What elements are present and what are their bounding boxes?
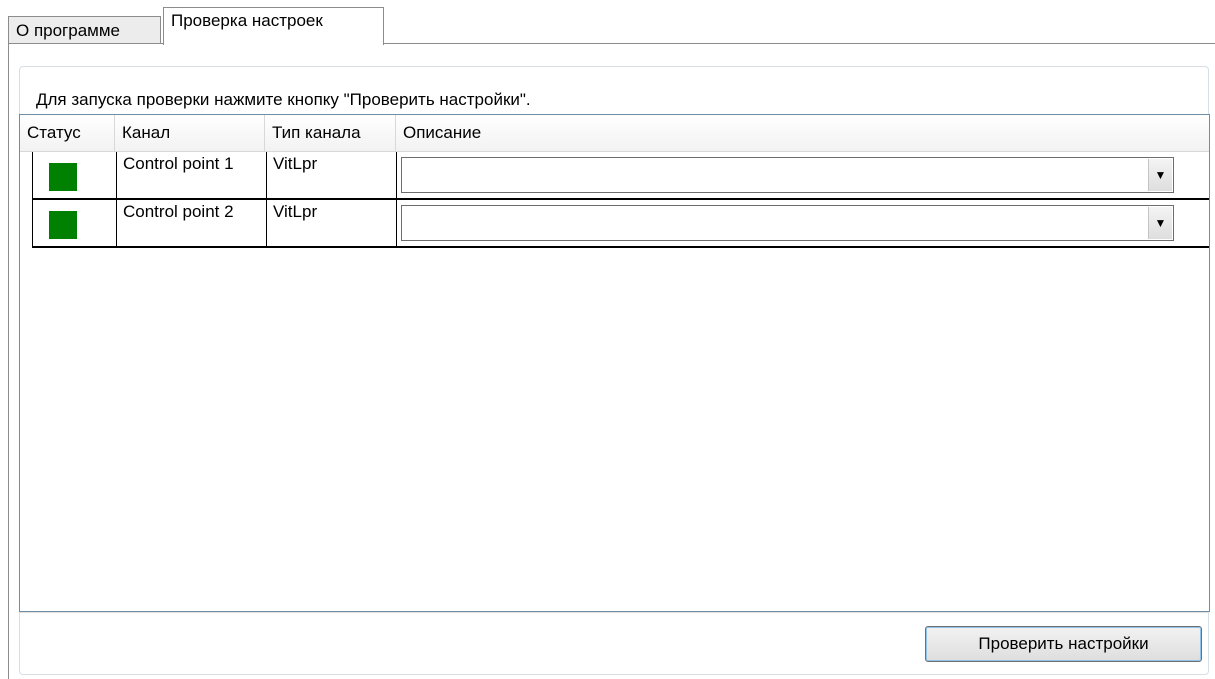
channel-cell: Control point 2 [116, 200, 266, 246]
description-combobox[interactable]: ▼ [401, 205, 1174, 241]
table-row[interactable]: Control point 2 VitLpr ▼ [32, 200, 1209, 248]
chevron-down-icon[interactable]: ▼ [1148, 159, 1172, 191]
check-settings-button[interactable]: Проверить настройки [925, 626, 1202, 662]
results-grid[interactable]: Статус Канал Тип канала Описание Control… [19, 114, 1210, 612]
tab-about[interactable]: О программе [8, 16, 161, 44]
channel-type-cell: VitLpr [266, 152, 396, 198]
description-cell: ▼ [396, 200, 1209, 246]
column-header-description[interactable]: Описание [396, 115, 1209, 151]
status-cell [32, 200, 116, 246]
channel-cell: Control point 1 [116, 152, 266, 198]
grid-header: Статус Канал Тип канала Описание [20, 115, 1209, 152]
column-header-channel-type[interactable]: Тип канала [265, 115, 396, 151]
status-indicator [49, 211, 77, 239]
status-cell [32, 152, 116, 198]
column-header-channel[interactable]: Канал [115, 115, 265, 151]
status-indicator [49, 163, 77, 191]
instruction-text: Для запуска проверки нажмите кнопку "Про… [36, 90, 531, 109]
column-header-status[interactable]: Статус [20, 115, 115, 151]
divider [19, 612, 1209, 613]
chevron-down-icon[interactable]: ▼ [1148, 207, 1172, 239]
description-cell: ▼ [396, 152, 1209, 198]
tab-check-settings[interactable]: Проверка настроек [163, 7, 384, 45]
channel-type-cell: VitLpr [266, 200, 396, 246]
description-combobox[interactable]: ▼ [401, 157, 1174, 193]
table-row[interactable]: Control point 1 VitLpr ▼ [32, 152, 1209, 200]
